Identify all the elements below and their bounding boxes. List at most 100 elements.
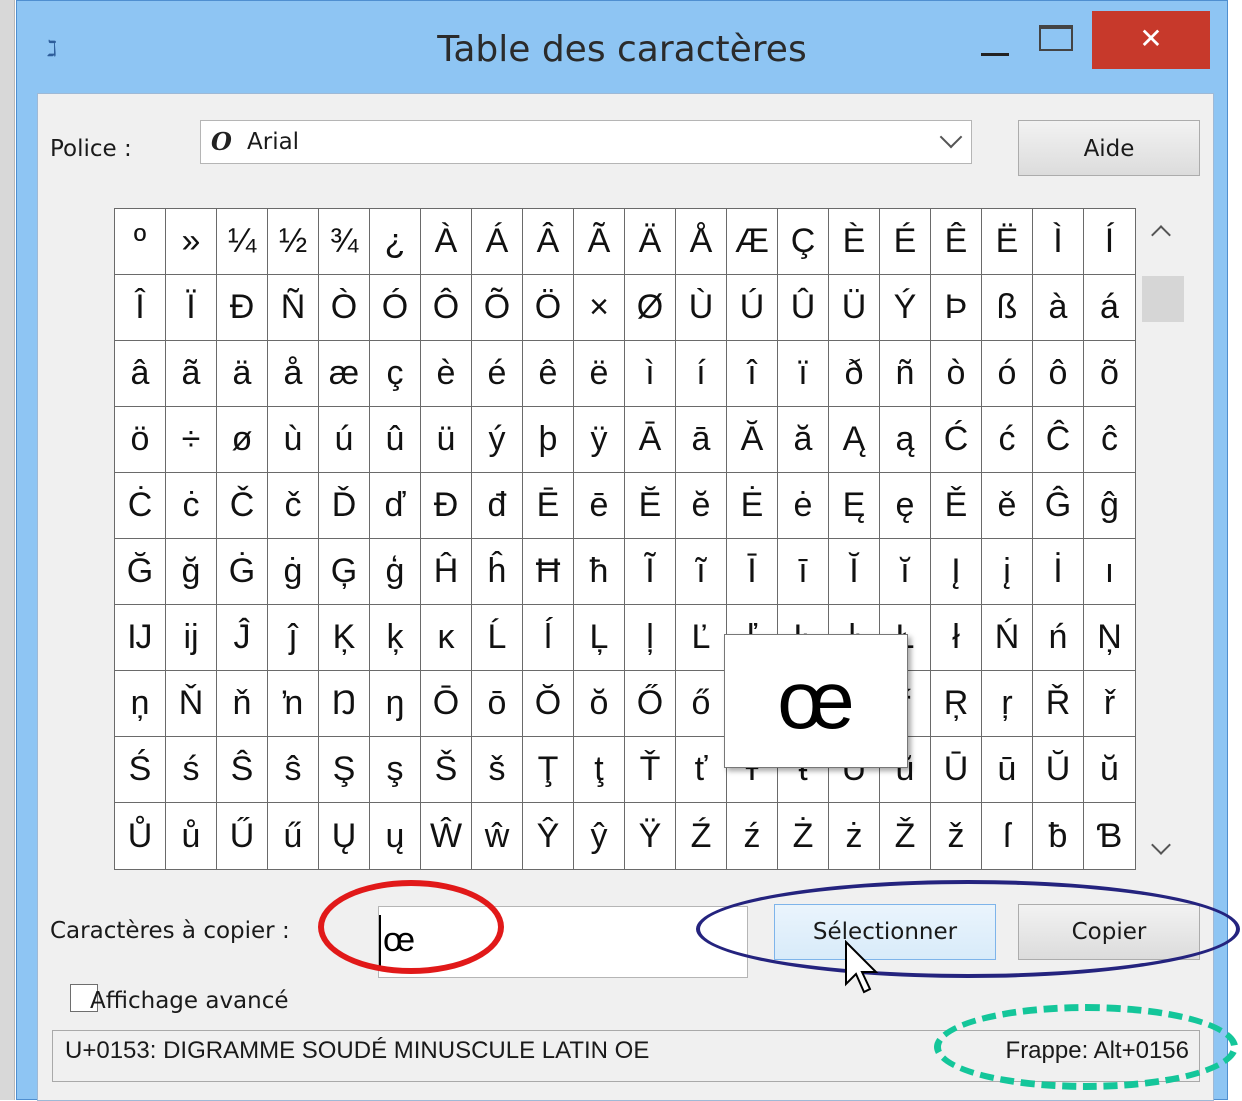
- character-cell[interactable]: ç: [370, 341, 421, 407]
- character-cell[interactable]: ô: [1033, 341, 1084, 407]
- copy-button[interactable]: Copier: [1018, 904, 1200, 960]
- character-cell[interactable]: æ: [319, 341, 370, 407]
- character-cell[interactable]: Ż: [778, 803, 829, 869]
- character-cell[interactable]: Ŗ: [931, 671, 982, 737]
- character-cell[interactable]: Ŷ: [523, 803, 574, 869]
- character-cell[interactable]: Ê: [931, 209, 982, 275]
- character-cell[interactable]: Æ: [727, 209, 778, 275]
- character-cell[interactable]: ņ: [115, 671, 166, 737]
- character-cell[interactable]: Ų: [319, 803, 370, 869]
- character-cell[interactable]: ö: [115, 407, 166, 473]
- character-cell[interactable]: ţ: [574, 737, 625, 803]
- character-cell[interactable]: ŉ: [268, 671, 319, 737]
- character-cell[interactable]: Š: [421, 737, 472, 803]
- character-cell[interactable]: ŭ: [1084, 737, 1135, 803]
- character-cell[interactable]: Ź: [676, 803, 727, 869]
- character-cell[interactable]: Ì: [1033, 209, 1084, 275]
- character-cell[interactable]: ō: [472, 671, 523, 737]
- character-cell[interactable]: č: [268, 473, 319, 539]
- chevron-down-icon[interactable]: [939, 125, 963, 149]
- character-cell[interactable]: þ: [523, 407, 574, 473]
- character-cell[interactable]: ā: [676, 407, 727, 473]
- character-cell[interactable]: ü: [421, 407, 472, 473]
- character-cell[interactable]: Ņ: [1084, 605, 1135, 671]
- character-cell[interactable]: ġ: [268, 539, 319, 605]
- character-cell[interactable]: ŏ: [574, 671, 625, 737]
- character-cell[interactable]: ű: [268, 803, 319, 869]
- character-cell[interactable]: ½: [268, 209, 319, 275]
- character-cell[interactable]: ĝ: [1084, 473, 1135, 539]
- character-cell[interactable]: ĸ: [421, 605, 472, 671]
- character-cell[interactable]: ù: [268, 407, 319, 473]
- character-cell[interactable]: Ŝ: [217, 737, 268, 803]
- character-cell[interactable]: Ĭ: [829, 539, 880, 605]
- character-cell[interactable]: İ: [1033, 539, 1084, 605]
- character-cell[interactable]: ś: [166, 737, 217, 803]
- character-cell[interactable]: »: [166, 209, 217, 275]
- character-cell[interactable]: Ć: [931, 407, 982, 473]
- character-cell[interactable]: Ň: [166, 671, 217, 737]
- character-cell[interactable]: ą: [880, 407, 931, 473]
- character-cell[interactable]: Ô: [421, 275, 472, 341]
- character-cell[interactable]: ì: [625, 341, 676, 407]
- character-cell[interactable]: Ţ: [523, 737, 574, 803]
- character-cell[interactable]: ĳ: [166, 605, 217, 671]
- character-cell[interactable]: ¼: [217, 209, 268, 275]
- character-cell[interactable]: ž: [931, 803, 982, 869]
- character-cell[interactable]: ò: [931, 341, 982, 407]
- character-cell[interactable]: Ò: [319, 275, 370, 341]
- character-cell[interactable]: Ĩ: [625, 539, 676, 605]
- character-cell[interactable]: Ĺ: [472, 605, 523, 671]
- character-cell[interactable]: Ŏ: [523, 671, 574, 737]
- character-cell[interactable]: Ř: [1033, 671, 1084, 737]
- character-cell[interactable]: Ɓ: [1084, 803, 1135, 869]
- character-cell[interactable]: ä: [217, 341, 268, 407]
- character-cell[interactable]: á: [1084, 275, 1135, 341]
- character-cell[interactable]: Ś: [115, 737, 166, 803]
- character-cell[interactable]: ï: [778, 341, 829, 407]
- character-cell[interactable]: Â: [523, 209, 574, 275]
- character-cell[interactable]: Ē: [523, 473, 574, 539]
- character-cell[interactable]: ķ: [370, 605, 421, 671]
- close-button[interactable]: ✕: [1092, 11, 1210, 69]
- character-cell[interactable]: ę: [880, 473, 931, 539]
- help-button[interactable]: Aide: [1018, 120, 1200, 176]
- character-cell[interactable]: ŷ: [574, 803, 625, 869]
- character-cell[interactable]: Î: [115, 275, 166, 341]
- character-cell[interactable]: Ľ: [676, 605, 727, 671]
- character-cell[interactable]: Þ: [931, 275, 982, 341]
- character-cell[interactable]: ĺ: [523, 605, 574, 671]
- character-cell[interactable]: Ď: [319, 473, 370, 539]
- character-cell[interactable]: ł: [931, 605, 982, 671]
- character-cell[interactable]: å: [268, 341, 319, 407]
- select-button[interactable]: Sélectionner: [774, 904, 996, 960]
- character-cell[interactable]: ų: [370, 803, 421, 869]
- character-cell[interactable]: Ť: [625, 737, 676, 803]
- character-cell[interactable]: Ċ: [115, 473, 166, 539]
- character-cell[interactable]: ı: [1084, 539, 1135, 605]
- character-cell[interactable]: â: [115, 341, 166, 407]
- character-cell[interactable]: ú: [319, 407, 370, 473]
- character-cell[interactable]: ů: [166, 803, 217, 869]
- character-cell[interactable]: È: [829, 209, 880, 275]
- character-cell[interactable]: Ģ: [319, 539, 370, 605]
- scroll-thumb[interactable]: [1142, 276, 1184, 322]
- character-cell[interactable]: ī: [778, 539, 829, 605]
- character-cell[interactable]: õ: [1084, 341, 1135, 407]
- character-cell[interactable]: Ů: [115, 803, 166, 869]
- character-cell[interactable]: Ń: [982, 605, 1033, 671]
- character-cell[interactable]: ŋ: [370, 671, 421, 737]
- character-cell[interactable]: ÿ: [574, 407, 625, 473]
- character-cell[interactable]: į: [982, 539, 1033, 605]
- character-cell[interactable]: Ã: [574, 209, 625, 275]
- character-cell[interactable]: ċ: [166, 473, 217, 539]
- character-cell[interactable]: ė: [778, 473, 829, 539]
- character-cell[interactable]: ŵ: [472, 803, 523, 869]
- character-cell[interactable]: ¿: [370, 209, 421, 275]
- character-cell[interactable]: Ú: [727, 275, 778, 341]
- character-cell[interactable]: Ā: [625, 407, 676, 473]
- character-cell[interactable]: ŗ: [982, 671, 1033, 737]
- character-cell[interactable]: Ç: [778, 209, 829, 275]
- character-cell[interactable]: Ħ: [523, 539, 574, 605]
- character-cell[interactable]: º: [115, 209, 166, 275]
